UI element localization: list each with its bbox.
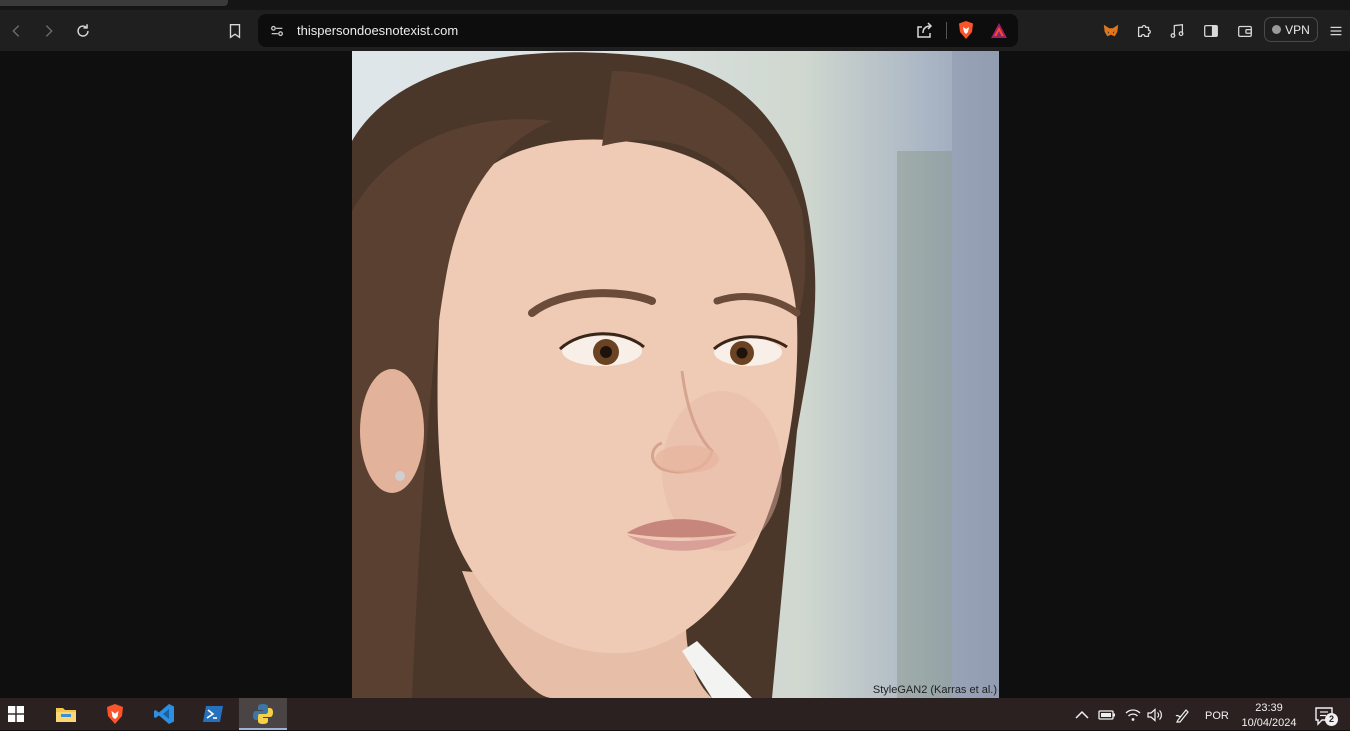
start-button[interactable] xyxy=(0,698,40,730)
vpn-button[interactable]: VPN xyxy=(1264,17,1318,42)
taskbar-powershell[interactable] xyxy=(189,698,237,730)
clock-date: 10/04/2024 xyxy=(1241,717,1297,729)
battery-icon[interactable] xyxy=(1098,706,1116,724)
brave-rewards-icon[interactable] xyxy=(989,21,1009,41)
bookmark-button[interactable] xyxy=(223,19,247,43)
vpn-status-icon xyxy=(1272,25,1282,34)
clock-time: 23:39 xyxy=(1255,702,1283,714)
music-note-icon xyxy=(1170,23,1184,38)
wallet-button[interactable] xyxy=(1233,19,1257,43)
share-icon[interactable] xyxy=(914,21,934,41)
face-illustration xyxy=(352,51,999,698)
sidebar-button[interactable] xyxy=(1199,19,1223,43)
wallet-icon xyxy=(1238,25,1252,38)
forward-button[interactable] xyxy=(37,19,61,43)
divider xyxy=(946,22,947,39)
vscode-icon xyxy=(154,704,174,724)
hamburger-menu-icon xyxy=(1330,26,1342,36)
taskbar-vscode[interactable] xyxy=(140,698,188,730)
image-credit: StyleGAN2 (Karras et al.) xyxy=(872,684,997,696)
taskbar-file-explorer[interactable] xyxy=(42,698,90,730)
chevron-right-icon xyxy=(45,25,53,37)
media-button[interactable] xyxy=(1165,19,1189,43)
input-language-indicator[interactable]: POR xyxy=(1205,710,1229,722)
notification-center-button[interactable]: 2 xyxy=(1314,706,1340,728)
url-text[interactable]: thispersondoesnotexist.com xyxy=(297,23,458,38)
extensions-button[interactable] xyxy=(1132,19,1156,43)
main-menu-button[interactable] xyxy=(1324,19,1348,43)
python-icon xyxy=(253,704,273,724)
generated-face-image[interactable]: StyleGAN2 (Karras et al.) xyxy=(352,51,999,698)
brave-shields-icon[interactable] xyxy=(956,20,976,40)
tab-strip xyxy=(0,0,1350,10)
vpn-label: VPN xyxy=(1285,22,1310,37)
windows-taskbar: POR 23:39 10/04/2024 2 xyxy=(0,698,1350,730)
active-tab[interactable] xyxy=(0,0,228,6)
chevron-left-icon xyxy=(12,25,20,37)
metamask-extension[interactable] xyxy=(1099,19,1123,43)
address-bar[interactable]: thispersondoesnotexist.com xyxy=(258,14,1018,47)
taskbar-brave[interactable] xyxy=(91,698,139,730)
bookmark-icon xyxy=(229,24,241,39)
site-settings-icon[interactable] xyxy=(268,22,286,40)
back-button[interactable] xyxy=(4,19,28,43)
pen-menu-icon[interactable] xyxy=(1174,706,1192,724)
taskbar-python[interactable] xyxy=(239,698,287,730)
reload-icon xyxy=(77,24,89,37)
puzzle-icon xyxy=(1137,24,1151,38)
volume-icon[interactable] xyxy=(1146,706,1164,724)
sidebar-icon xyxy=(1204,24,1218,38)
windows-logo-icon xyxy=(8,706,24,722)
show-hidden-icons-chevron-icon[interactable] xyxy=(1073,706,1091,724)
brave-browser-icon xyxy=(107,704,123,724)
browser-toolbar: thispersondoesnotexist.com VPN xyxy=(0,10,1350,51)
folder-icon xyxy=(56,708,76,722)
reload-button[interactable] xyxy=(71,19,95,43)
page-viewport: StyleGAN2 (Karras et al.) xyxy=(0,51,1350,698)
powershell-icon xyxy=(203,706,223,722)
fox-icon xyxy=(1103,24,1119,37)
notification-count-badge: 2 xyxy=(1325,713,1338,726)
system-clock[interactable]: 23:39 10/04/2024 xyxy=(1236,701,1302,731)
network-icon[interactable] xyxy=(1124,706,1142,724)
